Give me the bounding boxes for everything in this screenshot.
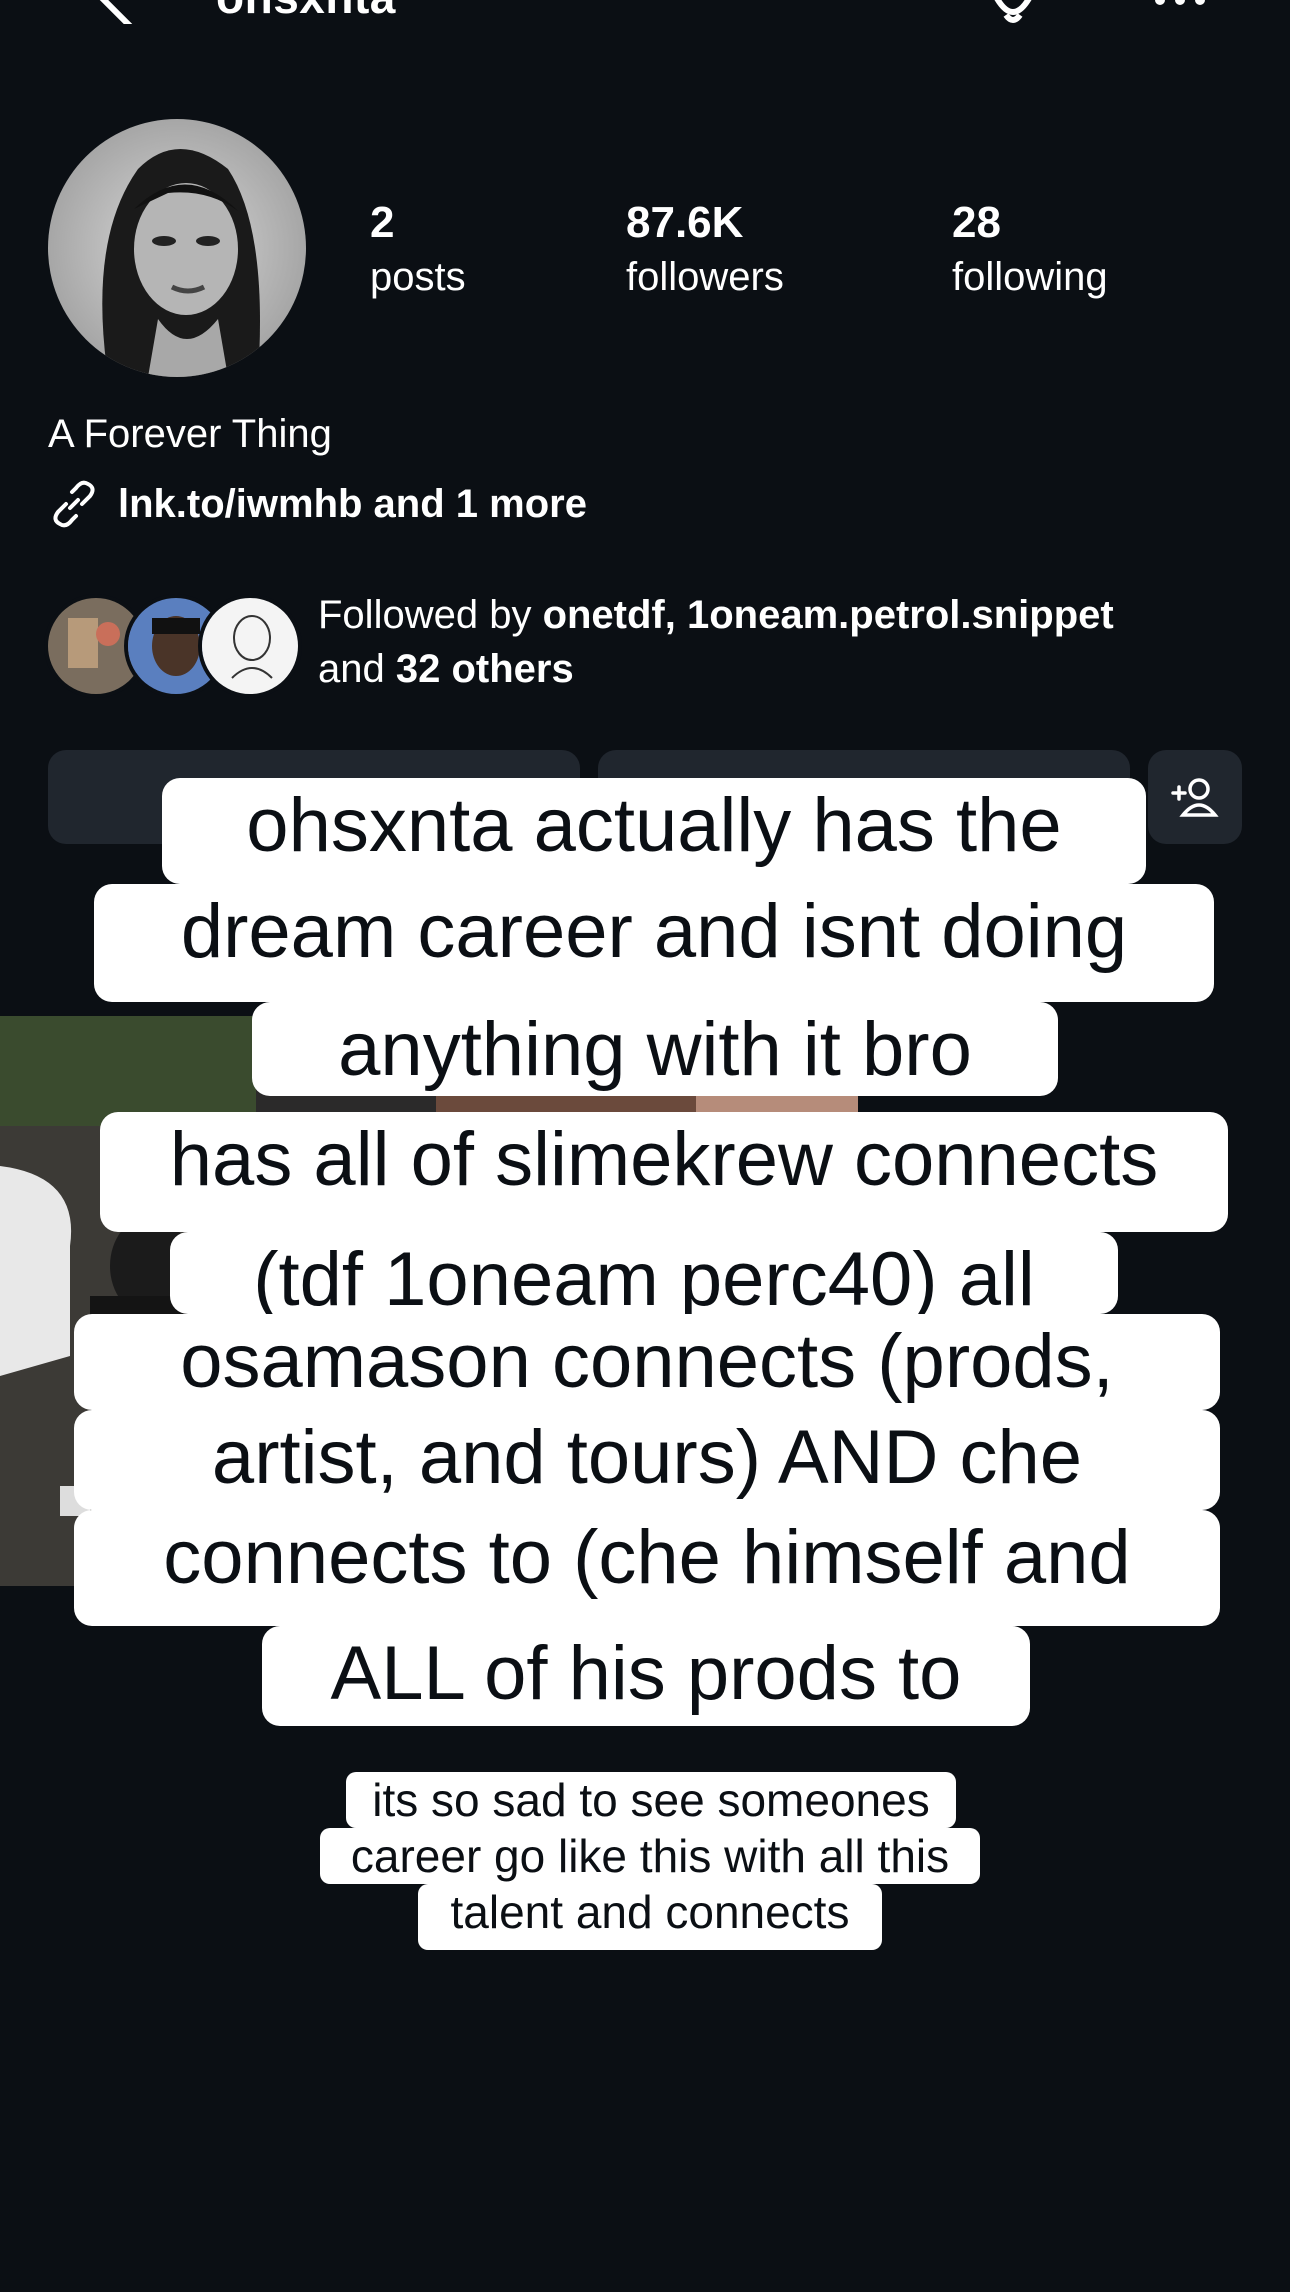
caption-line: has all of slimekrew connects	[100, 1112, 1228, 1232]
followers-label: followers	[626, 255, 784, 299]
caption-small-line: talent and connects	[418, 1884, 882, 1950]
followed-by-text[interactable]: Followed by onetdf, 1oneam.petrol.snippe…	[318, 588, 1258, 696]
bio-link[interactable]: lnk.to/iwmhb and 1 more	[48, 478, 587, 530]
followed-by-prefix: Followed by	[318, 593, 532, 637]
stat-following[interactable]: 28 following	[952, 196, 1108, 304]
bell-icon[interactable]	[978, 0, 1048, 30]
link-icon	[53, 480, 95, 528]
follower-avatar	[198, 594, 302, 698]
caption-line: connects to (che himself and	[74, 1510, 1220, 1626]
bio-link-text: lnk.to/iwmhb and 1 more	[118, 481, 587, 526]
profile-username: ohsxnta	[216, 0, 396, 24]
caption-line: (tdf 1oneam perc40) all	[170, 1232, 1118, 1322]
posts-count: 2	[370, 198, 395, 247]
suggest-users-button[interactable]	[1148, 750, 1242, 844]
more-icon[interactable]	[1150, 0, 1210, 10]
caption-small-line: career go like this with all this	[320, 1828, 980, 1884]
profile-avatar[interactable]	[48, 119, 306, 377]
stat-followers[interactable]: 87.6K followers	[626, 196, 784, 304]
caption-line: artist, and tours) AND che	[74, 1410, 1220, 1510]
add-user-icon	[1171, 778, 1219, 817]
followed-by-others[interactable]: 32 others	[396, 647, 574, 691]
followed-by-users[interactable]: onetdf, 1oneam.petrol.snippet	[543, 593, 1114, 637]
caption-line: ohsxnta actually has the	[162, 778, 1146, 884]
back-icon[interactable]	[88, 0, 152, 24]
followed-by-and: and	[318, 647, 385, 691]
caption-line: ALL of his prods to	[262, 1626, 1030, 1726]
caption-line: anything with it bro	[252, 1002, 1058, 1096]
caption-line: osamason connects (prods,	[74, 1314, 1220, 1410]
caption-small-line: its so sad to see someones	[346, 1772, 956, 1828]
following-count: 28	[952, 198, 1001, 247]
stat-posts[interactable]: 2 posts	[370, 196, 466, 304]
posts-label: posts	[370, 255, 466, 299]
caption-line: dream career and isnt doing	[94, 884, 1214, 1002]
followers-count: 87.6K	[626, 198, 744, 247]
bio-name: A Forever Thing	[48, 412, 332, 456]
following-label: following	[952, 255, 1108, 299]
